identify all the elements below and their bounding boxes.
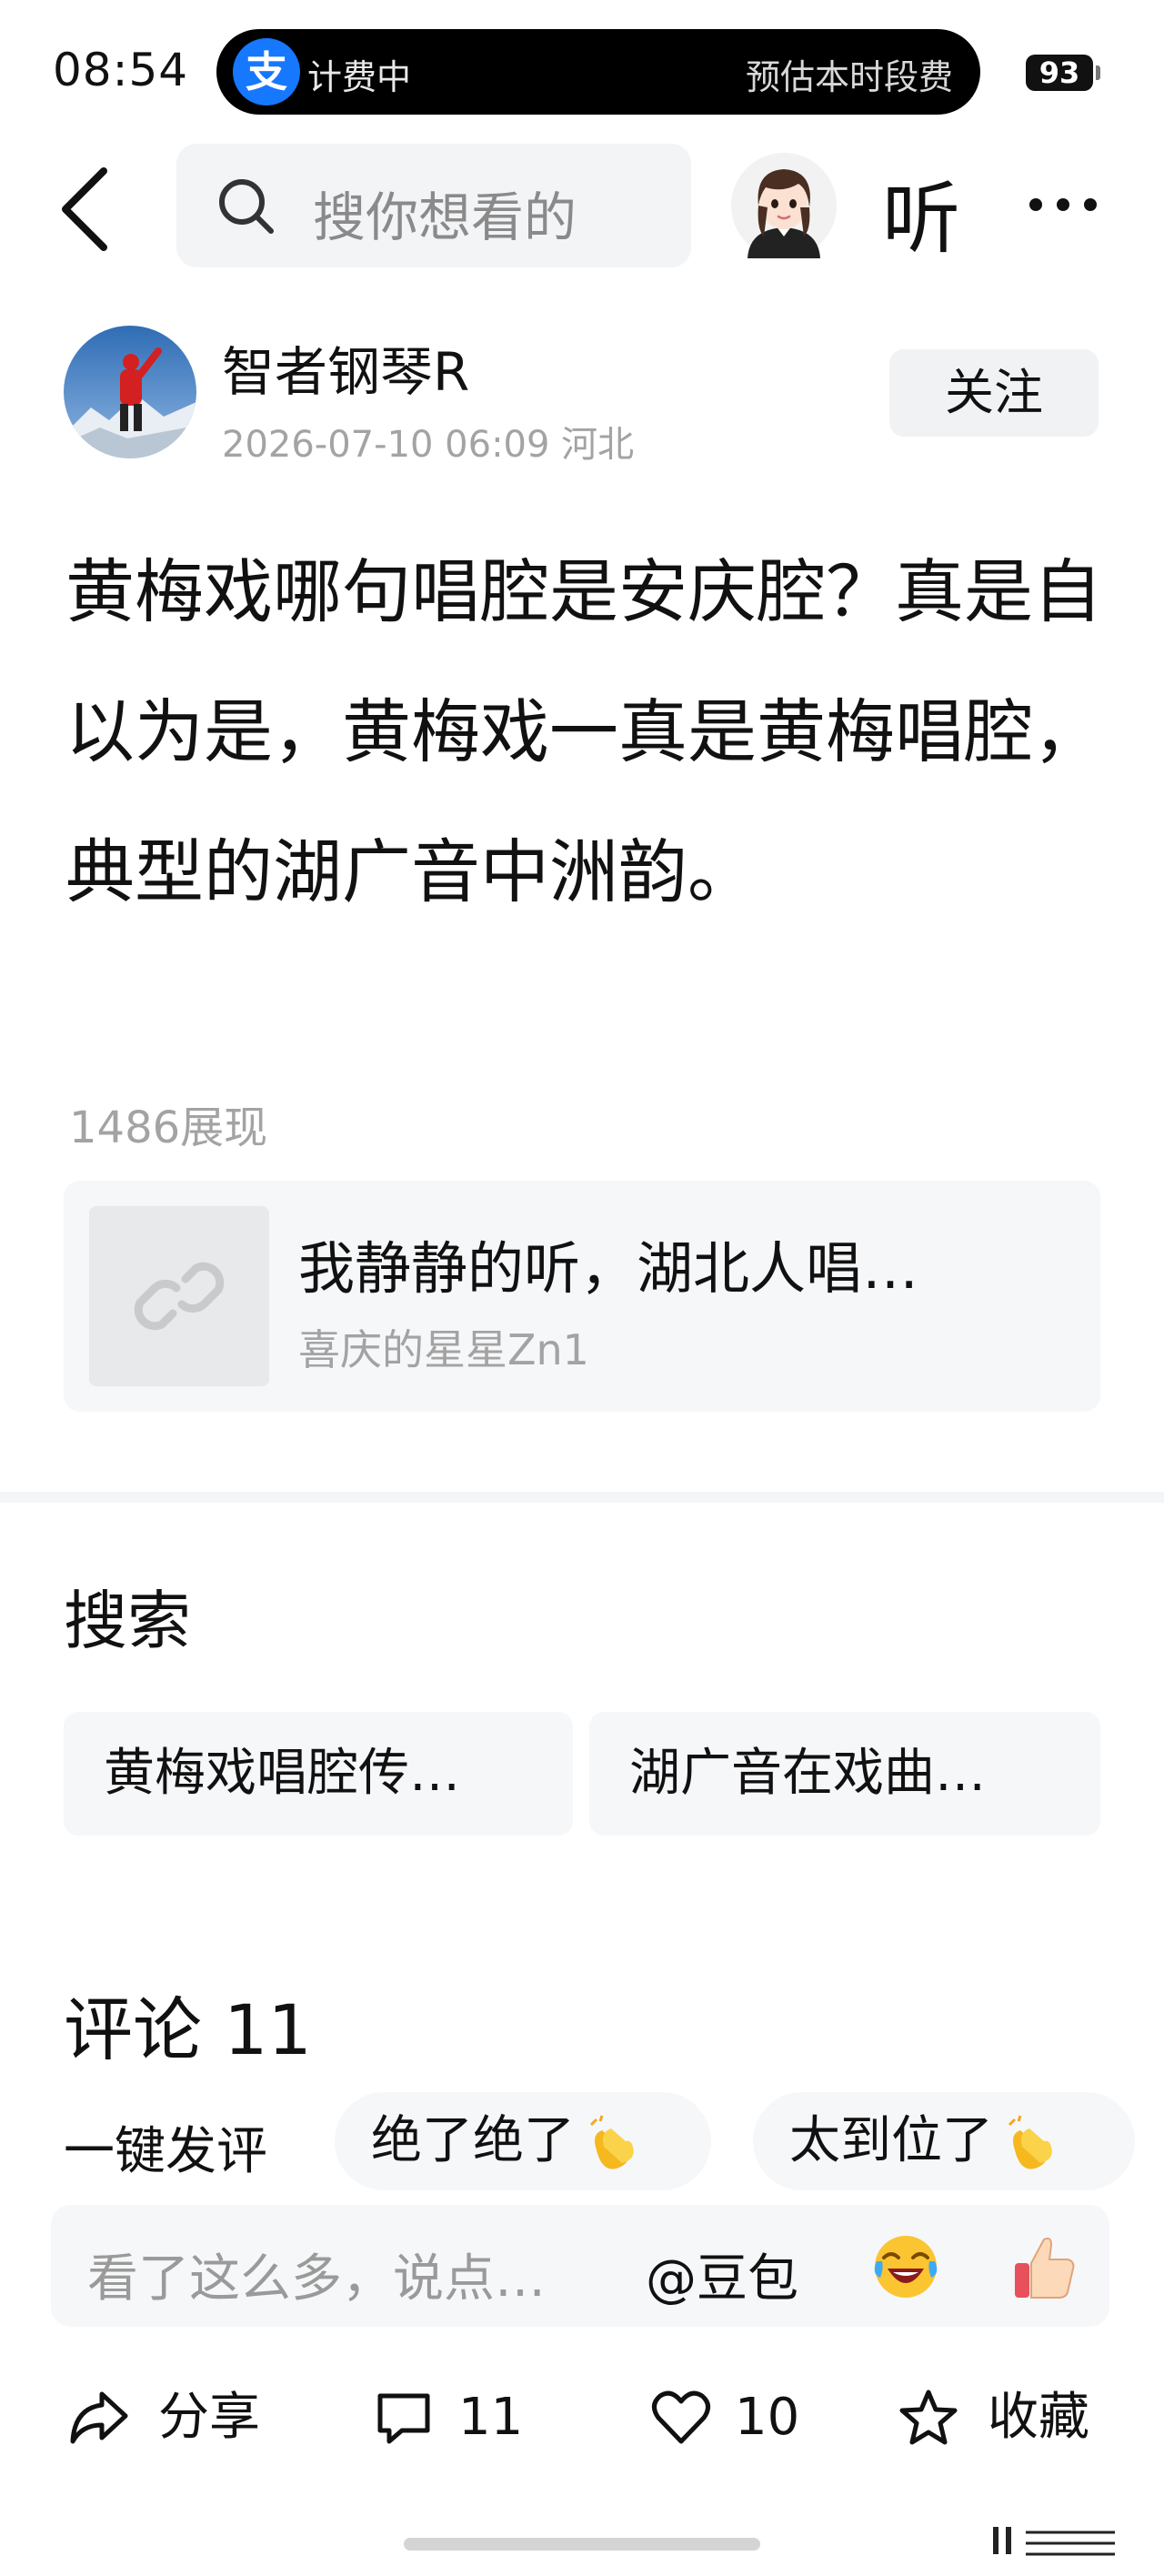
favorite-button[interactable]: 收藏 [898,2372,1108,2463]
search-placeholder: 搜你想看的 [313,186,577,248]
view-count: 1486展现 [69,1102,268,1153]
share-button[interactable]: 分享 [69,2372,278,2463]
comment-count: 11 [458,2388,524,2447]
listen-button[interactable]: 听 [882,155,960,268]
alipay-icon: 支 [233,38,300,106]
mention-doubao-button[interactable]: @豆包 [646,2238,798,2311]
quick-comment-label: 一键发评 [64,2122,267,2181]
comment-icon [377,2393,430,2444]
link-icon [134,1262,225,1331]
home-indicator[interactable] [404,2538,760,2551]
quick-comment-chip[interactable]: 绝了绝了 [335,2092,711,2190]
quick-comment-chip[interactable]: 太到位了 [753,2092,1135,2190]
back-button[interactable] [53,164,125,255]
clapping-hands-icon [1008,2115,1052,2169]
link-author: 喜庆的星星Zn1 [298,1325,589,1374]
share-label: 分享 [158,2388,260,2447]
live-activity-estimate: 预估本时段费 [745,57,953,97]
author-avatar[interactable] [64,326,196,458]
laughing-emoji-icon[interactable] [869,2230,942,2303]
search-suggestion[interactable]: 黄梅戏唱腔传… [64,1712,573,1836]
comment-placeholder: 看了这么多，说点… [87,2249,546,2309]
share-icon [70,2391,128,2444]
search-suggestion[interactable]: 湖广音在戏曲… [589,1712,1100,1836]
follow-button[interactable]: 关注 [889,349,1099,437]
favorite-label: 收藏 [988,2388,1089,2447]
status-time: 08:54 [53,44,189,96]
battery-tip [1096,65,1100,80]
assistant-avatar-icon[interactable] [731,153,837,258]
menu-lines-icon [993,2527,1115,2556]
clapping-hands-icon [589,2115,634,2169]
quick-comment-text: 太到位了 [789,2111,993,2170]
comment-button[interactable]: 11 [375,2372,557,2463]
link-title: 我静静的听，湖北人唱… [298,1235,919,1302]
live-activity-status: 计费中 [307,57,412,97]
live-activity-island[interactable]: 支 计费中 预估本时段费 [216,29,980,115]
search-icon [219,179,274,234]
chevron-left-icon [62,167,107,251]
link-thumbnail [89,1206,269,1386]
search-bar[interactable]: 搜你想看的 [176,144,691,267]
search-section-title: 搜索 [64,1584,191,1658]
battery-icon: 93 [1026,55,1093,91]
thumbs-up-emoji-icon[interactable] [1009,2230,1079,2303]
like-count: 10 [735,2388,800,2447]
quick-comment-text: 绝了绝了 [371,2111,575,2170]
section-divider [0,1492,1164,1503]
like-button[interactable]: 10 [651,2372,842,2463]
star-icon [899,2390,958,2445]
linked-post-card[interactable]: 我静静的听，湖北人唱… 喜庆的星星Zn1 [64,1181,1100,1412]
comments-title: 评论 11 [64,1989,312,2070]
post-text: 黄梅戏哪句唱腔是安庆腔？真是自以为是，黄梅戏一真是黄梅唱腔，典型的湖广音中洲韵。 [65,551,1102,912]
post-meta: 2026-07-10 06:09 河北 [222,424,635,466]
author-name[interactable]: 智者钢琴R [222,329,469,406]
heart-icon [652,2390,710,2444]
more-button[interactable] [1022,167,1104,240]
comment-input[interactable]: 看了这么多，说点… @豆包 [51,2205,1109,2327]
